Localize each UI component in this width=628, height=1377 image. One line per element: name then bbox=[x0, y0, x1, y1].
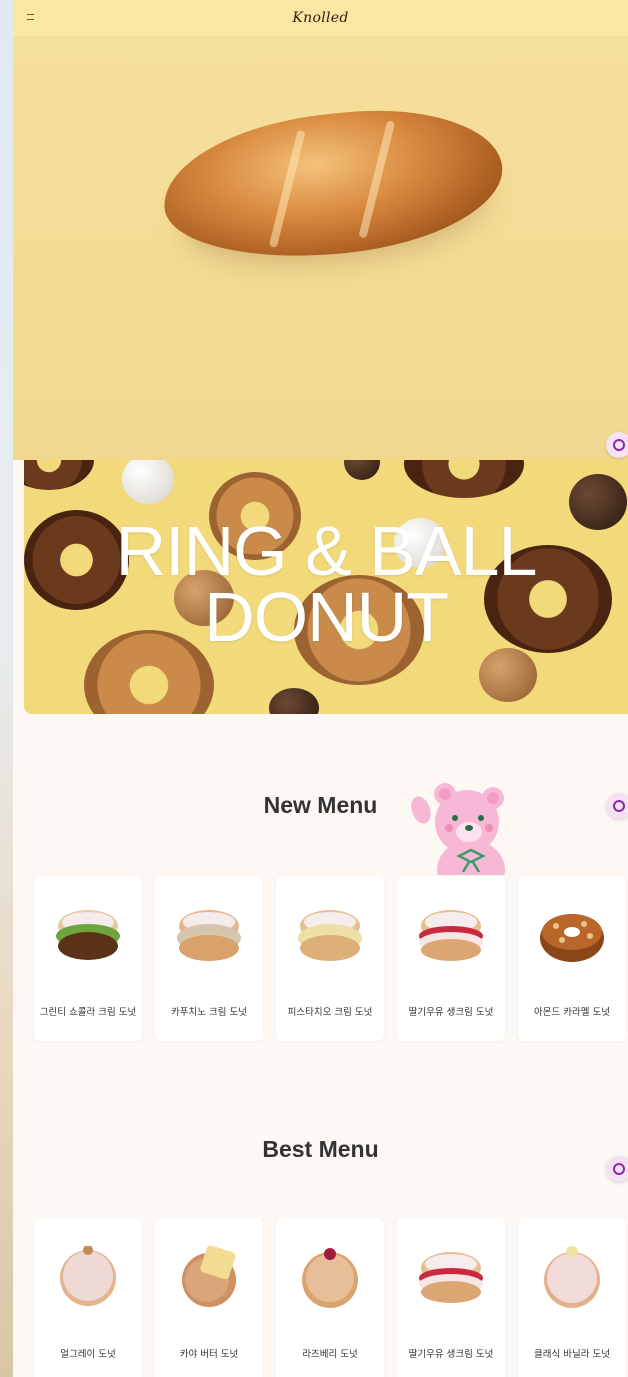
donut-ball-image bbox=[479, 648, 537, 702]
hamburger-icon[interactable] bbox=[27, 14, 34, 20]
page: Knolled RING & BALL DONUT New Menu 그린티 쇼… bbox=[13, 0, 628, 1377]
chat-icon bbox=[613, 1163, 625, 1175]
donut-image bbox=[298, 910, 362, 961]
new-menu-title: New Menu bbox=[263, 792, 378, 818]
chat-icon bbox=[613, 439, 625, 451]
new-menu-list: 그린티 쇼콜라 크림 도넛 카푸치노 크림 도넛 피스타치오 크림 도넛 딸기우… bbox=[34, 876, 628, 1041]
donut-image bbox=[302, 1248, 358, 1308]
menu-item-name: 딸기우유 생크림 도넛 bbox=[408, 1349, 494, 1360]
donut-image bbox=[544, 1246, 600, 1308]
bear-mascot-image bbox=[411, 783, 505, 875]
best-menu-list: 얼그레이 도넛 카야 버터 도넛 라즈베리 도넛 딸기우유 생크림 도넛 클래식… bbox=[34, 1218, 628, 1377]
donut-ball-image bbox=[122, 460, 174, 504]
hero-banner bbox=[13, 36, 628, 460]
menu-item-name: 피스타치오 크림 도넛 bbox=[287, 1007, 373, 1018]
menu-card[interactable]: 피스타치오 크림 도넛 bbox=[276, 876, 384, 1041]
menu-card[interactable]: 딸기우유 생크림 도넛 bbox=[397, 876, 505, 1041]
menu-item-name: 카푸치노 크림 도넛 bbox=[171, 1007, 247, 1018]
menu-card[interactable]: 클래식 바닐라 도넛 bbox=[518, 1218, 626, 1377]
menu-card[interactable]: 그린티 쇼콜라 크림 도넛 bbox=[34, 876, 142, 1041]
menu-item-name: 딸기우유 생크림 도넛 bbox=[408, 1007, 494, 1018]
best-menu-title: Best Menu bbox=[262, 1136, 379, 1162]
donut-ball-image bbox=[344, 460, 380, 480]
menu-card[interactable]: 딸기우유 생크림 도넛 bbox=[397, 1218, 505, 1377]
menu-card[interactable]: 카푸치노 크림 도넛 bbox=[155, 876, 263, 1041]
donut-image bbox=[56, 910, 120, 960]
menu-item-name: 그린티 쇼콜라 크림 도넛 bbox=[39, 1007, 137, 1018]
banner-title: RING & BALL DONUT bbox=[24, 512, 628, 656]
menu-card[interactable]: 라즈베리 도넛 bbox=[276, 1218, 384, 1377]
donut-image bbox=[419, 1252, 483, 1303]
donut-image bbox=[404, 460, 524, 498]
menu-item-name: 클래식 바닐라 도넛 bbox=[534, 1349, 610, 1360]
chat-button[interactable] bbox=[606, 432, 628, 458]
top-bar: Knolled bbox=[13, 0, 628, 36]
donut-image bbox=[177, 910, 241, 961]
menu-card[interactable]: 카야 버터 도넛 bbox=[155, 1218, 263, 1377]
banner-title-line: DONUT bbox=[204, 578, 449, 656]
chat-button[interactable] bbox=[606, 793, 628, 819]
banner-title-line: RING & BALL bbox=[115, 512, 538, 590]
menu-item-name: 카야 버터 도넛 bbox=[179, 1349, 239, 1360]
menu-item-name: 얼그레이 도넛 bbox=[60, 1349, 116, 1360]
menu-item-name: 아몬드 카라멜 도넛 bbox=[534, 1007, 610, 1018]
donut-image bbox=[419, 910, 483, 961]
donut-image bbox=[540, 914, 604, 962]
donut-image bbox=[182, 1246, 236, 1307]
chat-button[interactable] bbox=[606, 1156, 628, 1182]
salt-bread-image bbox=[156, 96, 510, 272]
menu-card[interactable]: 아몬드 카라멜 도넛 bbox=[518, 876, 626, 1041]
site-logo[interactable]: Knolled bbox=[292, 10, 348, 26]
donut-ball-image bbox=[269, 688, 319, 714]
menu-item-name: 라즈베리 도넛 bbox=[302, 1349, 358, 1360]
chat-icon bbox=[613, 800, 625, 812]
donut-banner[interactable]: RING & BALL DONUT bbox=[24, 460, 628, 714]
donut-image bbox=[60, 1246, 116, 1306]
donut-image bbox=[24, 460, 94, 490]
menu-card[interactable]: 얼그레이 도넛 bbox=[34, 1218, 142, 1377]
